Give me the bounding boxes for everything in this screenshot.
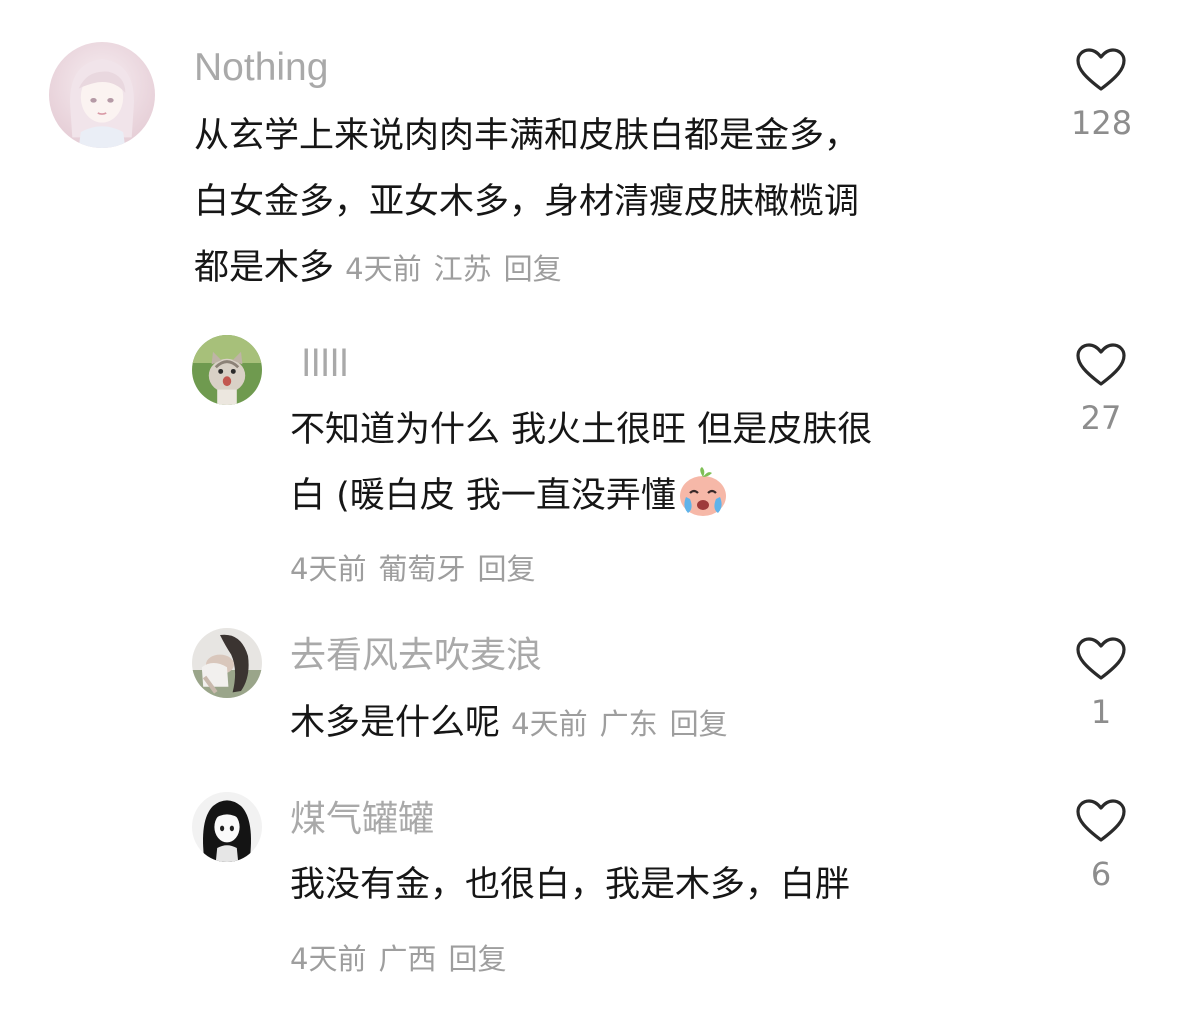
comment-time: 4天前 <box>290 942 367 976</box>
comment-text-line: 我没有金，也很白，我是木多，白胖 <box>290 865 851 905</box>
comment-author-name[interactable]: 煤气罐罐 <box>290 802 434 838</box>
like-count: 6 <box>1090 855 1112 893</box>
monochrome-girl-avatar-icon[interactable] <box>192 792 262 862</box>
comment-item: 煤气罐罐 我没有金，也很白，我是木多，白胖 4天前 广西 回复 6 <box>0 0 1179 1000</box>
reply-button[interactable]: 回复 <box>448 942 506 976</box>
comment-meta: 4天前 广西 回复 <box>290 936 518 978</box>
like-control: 6 <box>1071 798 1131 890</box>
heart-icon[interactable] <box>1075 798 1127 844</box>
comment-location: 广西 <box>378 942 437 976</box>
comment-text: 我没有金，也很白，我是木多，白胖 <box>290 852 1050 918</box>
